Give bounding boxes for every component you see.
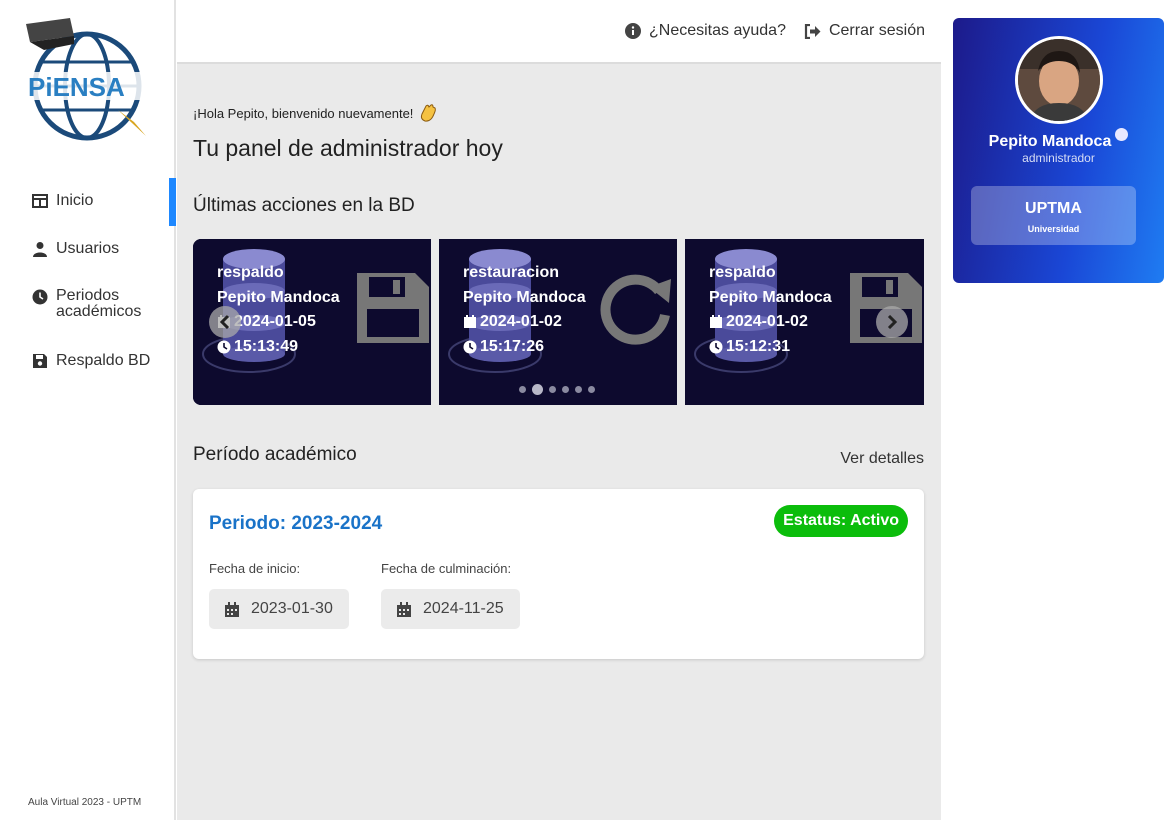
topbar: ¿Necesitas ayuda? Cerrar sesión bbox=[177, 0, 941, 64]
verified-icon bbox=[1115, 128, 1129, 141]
university-box: UPTMA Universidad bbox=[971, 186, 1136, 245]
rotate-icon bbox=[599, 269, 675, 350]
action-card[interactable]: restauracion Pepito Mandoca 2024-01-02 1… bbox=[439, 239, 677, 405]
profile-name-text: Pepito Mandoca bbox=[988, 133, 1112, 150]
action-user: Pepito Mandoca bbox=[709, 288, 832, 306]
sidebar: PiENSA Inicio Usuarios Periodos académic… bbox=[0, 0, 176, 820]
columns-icon bbox=[32, 194, 48, 208]
action-time: 15:13:49 bbox=[234, 337, 299, 355]
university-subtitle: Universidad bbox=[1027, 224, 1080, 234]
clock-icon bbox=[709, 340, 723, 354]
end-date-group: Fecha de culminación: 2024-11-25 bbox=[381, 561, 520, 629]
action-time: 15:12:31 bbox=[726, 337, 791, 355]
greeting: ¡Hola Pepito, bienvenido nuevamente! bbox=[193, 102, 439, 124]
status-badge: Estatus: Activo bbox=[774, 505, 908, 537]
end-date-label: Fecha de culminación: bbox=[381, 561, 512, 576]
chevron-left-icon bbox=[219, 315, 230, 329]
action-type: restauracion bbox=[463, 264, 560, 281]
main-content: ¿Necesitas ayuda? Cerrar sesión ¡Hola Pe… bbox=[177, 0, 941, 820]
action-user: Pepito Mandoca bbox=[463, 288, 586, 306]
sidebar-item-label: Usuarios bbox=[56, 240, 120, 257]
start-date-value: 2023-01-30 bbox=[251, 600, 333, 617]
avatar[interactable] bbox=[1015, 36, 1103, 124]
page-title: Tu panel de administrador hoy bbox=[193, 135, 503, 161]
help-link[interactable]: ¿Necesitas ayuda? bbox=[625, 22, 786, 40]
profile-card: Pepito Mandoca administrador UPTMA Unive… bbox=[953, 18, 1164, 283]
period-section-title: Período académico bbox=[193, 444, 357, 465]
logo-text: PiENSA bbox=[28, 72, 125, 102]
clock-icon bbox=[463, 340, 477, 354]
carousel-dot[interactable] bbox=[575, 386, 582, 393]
carousel-prev-button[interactable] bbox=[209, 306, 241, 338]
calendar-icon bbox=[225, 601, 239, 617]
end-date-value: 2024-11-25 bbox=[423, 600, 504, 617]
greeting-text: ¡Hola Pepito, bienvenido nuevamente! bbox=[193, 105, 414, 121]
carousel-dot[interactable] bbox=[549, 386, 556, 393]
logout-label: Cerrar sesión bbox=[828, 22, 925, 39]
sidebar-item-respaldo[interactable]: Respaldo BD bbox=[0, 338, 176, 386]
carousel-dots bbox=[519, 384, 595, 395]
period-card: Periodo: 2023-2024 Estatus: Activo Fecha… bbox=[193, 489, 924, 659]
carousel-dot[interactable] bbox=[588, 386, 595, 393]
action-time: 15:17:26 bbox=[480, 337, 545, 355]
calendar-icon bbox=[397, 601, 411, 617]
start-date-field: 2023-01-30 bbox=[209, 589, 349, 629]
action-date: 2024-01-02 bbox=[480, 313, 562, 330]
sidebar-item-label: Periodos académicos bbox=[56, 287, 142, 320]
floppy-icon bbox=[33, 354, 47, 368]
university-name: UPTMA bbox=[1025, 200, 1082, 217]
action-user: Pepito Mandoca bbox=[217, 288, 340, 306]
carousel-dot[interactable] bbox=[562, 386, 569, 393]
calendar-icon bbox=[464, 315, 476, 329]
logout-link[interactable]: Cerrar sesión bbox=[804, 22, 925, 40]
sidebar-footer: Aula Virtual 2023 - UPTM bbox=[28, 797, 142, 808]
carousel-next-button[interactable] bbox=[876, 306, 908, 338]
sidebar-item-label: Inicio bbox=[56, 192, 94, 209]
piensa-logo[interactable]: PiENSA bbox=[22, 14, 152, 144]
action-type: respaldo bbox=[709, 264, 776, 281]
details-link[interactable]: Ver detalles bbox=[840, 450, 924, 468]
action-date: 2024-01-05 bbox=[234, 313, 316, 330]
actions-carousel: respaldo Pepito Mandoca 2024-01-05 15:13… bbox=[193, 239, 924, 405]
action-type: respaldo bbox=[217, 264, 284, 281]
start-date-label: Fecha de inicio: bbox=[209, 561, 301, 576]
right-panel: Pepito Mandoca administrador UPTMA Unive… bbox=[942, 0, 1175, 820]
sidebar-nav: Inicio Usuarios Periodos académicos Resp… bbox=[0, 178, 176, 386]
calendar-icon bbox=[710, 315, 722, 329]
start-date-group: Fecha de inicio: 2023-01-30 bbox=[209, 561, 349, 629]
sidebar-item-periodos[interactable]: Periodos académicos bbox=[0, 274, 176, 338]
carousel-dot[interactable] bbox=[519, 386, 526, 393]
clock-icon bbox=[32, 289, 48, 305]
carousel-dot-active[interactable] bbox=[532, 384, 543, 395]
sidebar-item-inicio[interactable]: Inicio bbox=[0, 178, 176, 226]
profile-name: Pepito Mandoca bbox=[953, 128, 1164, 151]
clock-icon bbox=[217, 340, 231, 354]
sign-out-icon bbox=[804, 23, 821, 39]
user-icon bbox=[33, 242, 47, 257]
info-icon bbox=[625, 23, 641, 39]
sidebar-item-label: Respaldo BD bbox=[56, 352, 151, 369]
floppy-icon bbox=[355, 271, 431, 350]
waving-hand-icon bbox=[421, 104, 437, 122]
profile-role: administrador bbox=[1022, 151, 1095, 165]
help-label: ¿Necesitas ayuda? bbox=[649, 22, 786, 39]
chevron-right-icon bbox=[887, 315, 898, 329]
actions-section-title: Últimas acciones en la BD bbox=[193, 195, 415, 216]
sidebar-item-usuarios[interactable]: Usuarios bbox=[0, 226, 176, 274]
action-date: 2024-01-02 bbox=[726, 313, 808, 330]
end-date-field: 2024-11-25 bbox=[381, 589, 520, 629]
period-name: Periodo: 2023-2024 bbox=[209, 513, 383, 534]
